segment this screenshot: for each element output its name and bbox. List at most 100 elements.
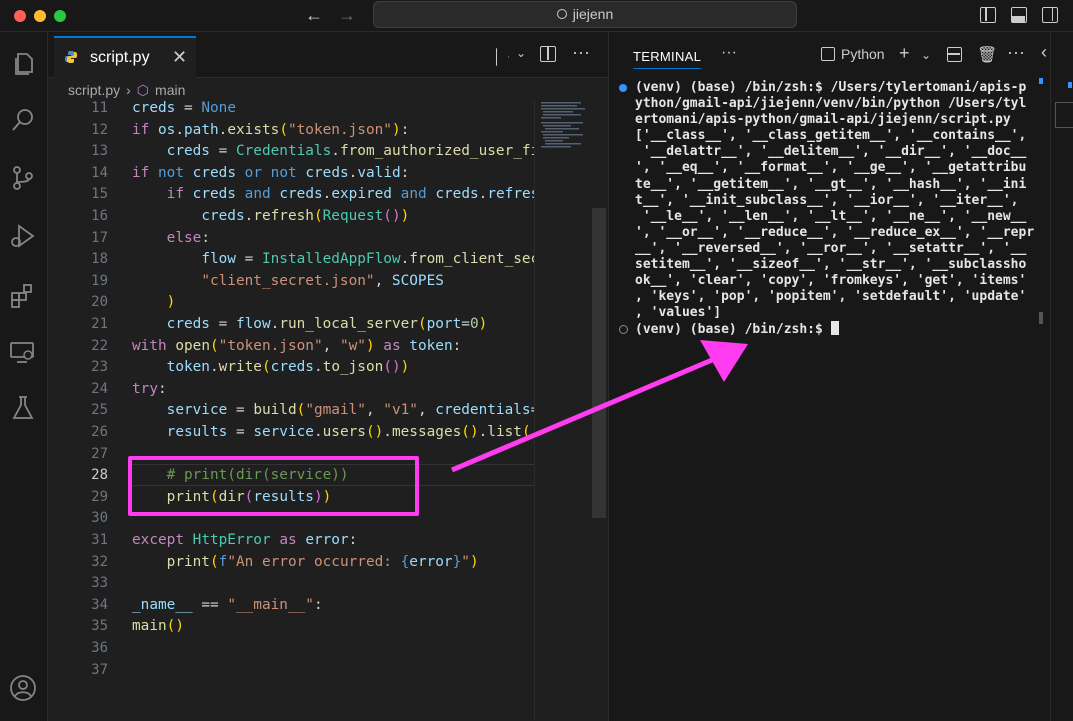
code-line: creds.refresh(Request()) <box>201 208 410 224</box>
breadcrumb: script.py › ⬡ main <box>68 82 191 99</box>
terminal-line: ['__class__', '__class_getitem__', '__co… <box>619 128 1045 144</box>
terminal-prompt-line[interactable]: (venv) (base) /bin/zsh:$ <box>619 321 1045 338</box>
more-icon[interactable]: ··· <box>721 44 737 62</box>
tab-terminal[interactable]: TERMINAL <box>633 49 702 69</box>
terminal-line-text: te__', '__getitem__', '__gt__', '__hash_… <box>635 176 1027 192</box>
code-line: print(f"An error occurred: {error}") <box>166 553 479 570</box>
toggle-sidebar-icon[interactable] <box>980 7 996 23</box>
terminal-prompt: (venv) (base) /bin/zsh:$ <box>635 322 831 338</box>
terminal-line-text: , 'values'] <box>635 305 722 321</box>
terminal-line: ok__', 'clear', 'copy', 'fromkeys', 'get… <box>619 273 1045 289</box>
code-line: with open("token.json", "w") as token: <box>132 337 462 354</box>
terminal-line-text: ', '__eq__', '__format__', '__ge__', '__… <box>635 160 1027 176</box>
code-line: results = service.users().messages().lis… <box>166 424 531 440</box>
terminal-line-text: ', '__or__', '__reduce__', '__reduce_ex_… <box>635 224 1035 240</box>
code-line: if creds and creds.expired and creds.ref… <box>166 186 537 203</box>
terminal-icon <box>821 47 835 61</box>
remote-explorer-icon[interactable] <box>9 338 37 366</box>
terminal-line: ertomani/apis-python/gmail-api/jiejenn/s… <box>619 112 1045 128</box>
code-line: "client_secret.json", SCOPES <box>201 272 444 289</box>
search-text: jiejenn <box>572 6 614 22</box>
scroll-marker <box>1068 82 1072 88</box>
terminal-scroll-marker <box>1039 78 1043 84</box>
code-line: if os.path.exists("token.json"): <box>132 121 410 138</box>
code-line: else: <box>166 229 210 246</box>
line-number: 35 <box>91 618 108 635</box>
forward-arrow-icon[interactable]: → <box>338 5 356 26</box>
new-terminal-icon[interactable]: + <box>899 43 910 64</box>
back-arrow-icon[interactable]: ← <box>305 5 323 26</box>
terminal-line: (venv) (base) /bin/zsh:$ /Users/tylertom… <box>619 80 1045 96</box>
editor-tab-bar: script.py ✕ ⌄ ··· <box>48 32 608 78</box>
terminal-line: ython/gmail-api/jiejenn/venv/bin/python … <box>619 96 1045 112</box>
terminal-line: '__le__', '__len__', '__lt__', '__ne__',… <box>619 209 1045 225</box>
code-line: ) <box>166 294 176 311</box>
activity-bar <box>0 32 48 721</box>
editor-scrollbar[interactable] <box>592 208 606 518</box>
close-icon[interactable]: ✕ <box>172 47 187 68</box>
line-number: 14 <box>91 164 108 181</box>
code-line: main() <box>132 618 184 635</box>
line-number: 34 <box>91 596 108 613</box>
code-line: token.write(creds.to_json()) <box>166 359 410 376</box>
split-editor-icon[interactable] <box>540 46 556 62</box>
tab-script-py[interactable]: script.py ✕ <box>54 36 196 78</box>
split-terminal-icon[interactable] <box>947 47 962 62</box>
terminal-selector[interactable]: Python <box>821 46 885 62</box>
chevron-left-icon[interactable]: ‹ <box>1041 42 1047 63</box>
code-line: _name__ == "__main__": <box>132 596 323 613</box>
line-number: 23 <box>91 359 108 376</box>
extensions-icon[interactable] <box>9 282 37 310</box>
testing-icon[interactable] <box>9 394 37 422</box>
terminal-line-text: ython/gmail-api/jiejenn/venv/bin/python … <box>635 96 1027 112</box>
trash-icon[interactable]: 🗑 <box>977 45 997 65</box>
terminal-line: ', '__or__', '__reduce__', '__reduce_ex_… <box>619 225 1045 241</box>
line-number: 12 <box>91 121 108 138</box>
code-line: creds = None <box>132 100 236 116</box>
minimap[interactable] <box>534 100 592 720</box>
toggle-secondary-sidebar-icon[interactable] <box>1042 7 1058 23</box>
breadcrumb-symbol[interactable]: main <box>155 82 185 98</box>
chevron-down-icon[interactable]: ⌄ <box>921 48 931 62</box>
terminal-scrollbar[interactable] <box>1039 312 1043 324</box>
search-icon[interactable] <box>9 106 37 134</box>
line-number: 21 <box>91 316 108 332</box>
code-line: creds = Credentials.from_authorized_user… <box>166 143 537 160</box>
line-number: 26 <box>91 424 108 440</box>
code-line: except HttpError as error: <box>132 532 358 548</box>
code-area[interactable]: creds = None if os.path.exists("token.jso… <box>132 100 537 720</box>
run-debug-icon[interactable] <box>9 222 37 250</box>
terminal-line-text: '__le__', '__len__', '__lt__', '__ne__',… <box>635 208 1027 224</box>
terminal-line: te__', '__getitem__', '__gt__', '__hash_… <box>619 177 1045 193</box>
toggle-panel-icon[interactable] <box>1011 7 1027 23</box>
minimize-window-button[interactable] <box>34 10 46 22</box>
chevron-down-icon[interactable]: ⌄ <box>516 46 526 60</box>
more-actions-icon[interactable]: ··· <box>1007 42 1025 63</box>
terminal-line-text: ok__', 'clear', 'copy', 'fromkeys', 'get… <box>635 273 1027 289</box>
line-number: 24 <box>91 380 108 397</box>
explorer-icon[interactable] <box>9 50 37 78</box>
line-number: 17 <box>91 229 108 246</box>
code-line: try: <box>132 380 167 397</box>
command-center-search[interactable]: jiejenn <box>373 1 797 28</box>
line-number: 13 <box>91 143 108 160</box>
terminal-line-text: , 'keys', 'pop', 'popitem', 'setdefault'… <box>635 289 1027 305</box>
close-window-button[interactable] <box>14 10 26 22</box>
command-pending-icon[interactable] <box>619 325 628 335</box>
breadcrumb-file[interactable]: script.py <box>68 82 120 98</box>
run-python-button[interactable] <box>496 48 507 64</box>
account-icon[interactable] <box>9 674 37 702</box>
terminal-line-text: '__delattr__', '__delitem__', '__dir__',… <box>635 144 1027 160</box>
terminal-output[interactable]: (venv) (base) /bin/zsh:$ /Users/tylertom… <box>619 80 1045 339</box>
line-number: 20 <box>91 294 108 311</box>
code-line: creds = flow.run_local_server(port=0) <box>166 316 488 332</box>
terminal-cursor <box>830 321 839 336</box>
line-number: 32 <box>91 553 108 570</box>
more-actions-icon[interactable]: ··· <box>572 42 590 63</box>
source-control-icon[interactable] <box>9 164 37 192</box>
maximize-window-button[interactable] <box>54 10 66 22</box>
command-status-icon[interactable] <box>619 84 627 92</box>
code-line: if not creds or not creds.valid: <box>132 164 410 181</box>
line-number: 29 <box>91 488 108 505</box>
terminal-line: setitem__', '__sizeof__', '__str__', '__… <box>619 257 1045 273</box>
